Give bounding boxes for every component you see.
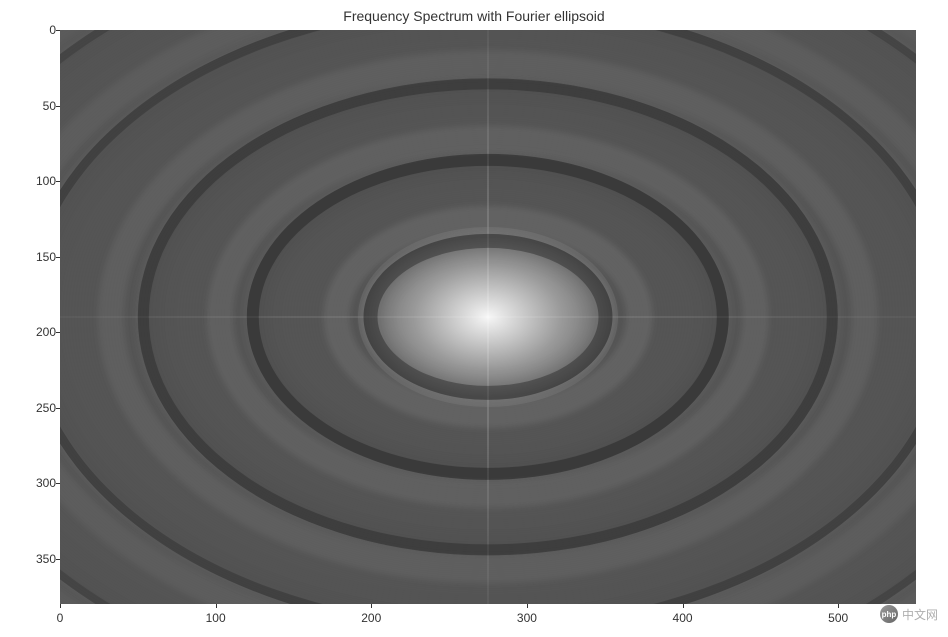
x-tick-label: 300	[517, 611, 537, 625]
y-tick-label: 300	[20, 476, 56, 490]
y-tick-mark	[56, 408, 60, 409]
y-tick-mark	[56, 106, 60, 107]
y-tick-mark	[56, 257, 60, 258]
x-tick-label: 0	[57, 611, 64, 625]
spectrum-band	[60, 30, 916, 604]
y-tick-label: 350	[20, 552, 56, 566]
x-tick-label: 200	[361, 611, 381, 625]
y-tick-mark	[56, 181, 60, 182]
plot-area	[60, 30, 916, 604]
y-tick-label: 250	[20, 401, 56, 415]
chart-title: Frequency Spectrum with Fourier ellipsoi…	[0, 8, 948, 24]
x-tick-mark	[683, 604, 684, 608]
chart-container: Frequency Spectrum with Fourier ellipsoi…	[0, 0, 948, 637]
x-tick-mark	[527, 604, 528, 608]
watermark: php 中文网	[880, 605, 938, 623]
y-tick-label: 50	[20, 99, 56, 113]
x-tick-label: 100	[206, 611, 226, 625]
x-tick-mark	[60, 604, 61, 608]
y-tick-label: 150	[20, 250, 56, 264]
x-tick-mark	[371, 604, 372, 608]
y-tick-mark	[56, 30, 60, 31]
y-axis: 050100150200250300350	[20, 30, 56, 604]
y-tick-label: 100	[20, 174, 56, 188]
y-tick-label: 200	[20, 325, 56, 339]
y-tick-mark	[56, 332, 60, 333]
x-tick-mark	[216, 604, 217, 608]
y-tick-mark	[56, 559, 60, 560]
x-tick-label: 400	[673, 611, 693, 625]
watermark-logo-icon: php	[880, 605, 898, 623]
x-axis: 0 100 200 300 400 500	[60, 605, 916, 625]
x-tick-mark	[838, 604, 839, 608]
y-tick-label: 0	[20, 23, 56, 37]
x-tick-label: 500	[828, 611, 848, 625]
watermark-label: 中文网	[902, 606, 938, 623]
y-tick-mark	[56, 483, 60, 484]
